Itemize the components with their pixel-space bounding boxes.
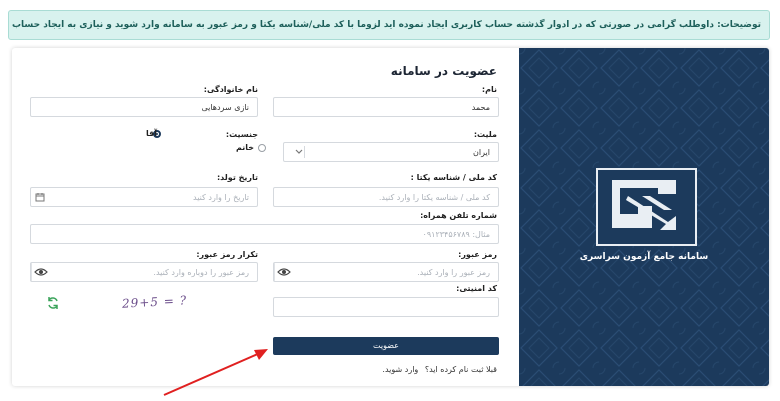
password-confirm-label: تکرار رمز عبور: [196, 250, 258, 259]
last-name-input[interactable]: نازی سردهایی [30, 97, 258, 117]
chevron-down-icon [290, 146, 305, 158]
nationality-value: ایران [473, 148, 490, 157]
password-placeholder: رمز عبور را وارد کنید. [417, 268, 490, 277]
first-name-input[interactable]: محمد [273, 97, 499, 117]
registration-card: سامانه جامع آزمون سراسری عضویت در سامانه… [12, 48, 769, 386]
register-button[interactable]: عضویت [273, 337, 499, 355]
captcha-label: کد امنیتی: [456, 284, 497, 293]
nationality-select[interactable]: ایران [283, 142, 499, 162]
gender-label: جنسیت: [225, 130, 258, 139]
nationality-label: ملیت: [473, 130, 497, 139]
last-name-label: نام خانوادگی: [203, 85, 258, 94]
phone-input[interactable]: مثال: ۰۹۱۲۳۴۵۶۷۸۹ [30, 224, 499, 244]
first-name-label: نام: [481, 85, 497, 94]
national-id-label: کد ملی / شناسه یکتا : [410, 173, 497, 182]
login-prompt: قبلا ثبت نام کرده اید؟ وارد شوید. [382, 365, 497, 374]
gender-female-radio[interactable] [258, 144, 266, 152]
gender-female-label: خانم [235, 143, 254, 152]
birth-date-input[interactable]: تاریخ را وارد کنید [30, 187, 258, 207]
password-confirm-placeholder: رمز عبور را دوباره وارد کنید. [153, 268, 249, 277]
phone-label: شماره تلفن همراه: [420, 211, 497, 220]
brand-panel: سامانه جامع آزمون سراسری [519, 48, 769, 386]
info-notice: توضیحات: داوطلب گرامی در صورتی که در ادو… [8, 10, 770, 40]
captcha-image: 29+5 = ? [121, 293, 188, 311]
password-label: رمز عبور: [458, 250, 497, 259]
birth-date-placeholder: تاریخ را وارد کنید [193, 193, 249, 202]
captcha-input[interactable] [273, 297, 499, 317]
arrow-annotation-icon [163, 349, 268, 396]
login-prompt-text: قبلا ثبت نام کرده اید؟ [424, 365, 497, 374]
brand-title: سامانه جامع آزمون سراسری [579, 252, 709, 262]
organization-logo-icon [596, 168, 697, 246]
password-confirm-input[interactable]: رمز عبور را دوباره وارد کنید. [30, 262, 258, 282]
login-link[interactable]: وارد شوید. [382, 365, 418, 374]
password-input[interactable]: رمز عبور را وارد کنید. [273, 262, 499, 282]
eye-icon[interactable] [274, 263, 294, 281]
refresh-icon[interactable] [46, 295, 60, 314]
eye-icon[interactable] [31, 263, 51, 281]
gender-male-label: آقا [146, 129, 157, 138]
birth-date-label: تاریخ تولد: [216, 173, 258, 182]
calendar-icon[interactable] [35, 192, 45, 204]
form-title: عضویت در سامانه [390, 64, 497, 78]
national-id-input[interactable]: کد ملی / شناسه یکتا را وارد کنید. [273, 187, 499, 207]
